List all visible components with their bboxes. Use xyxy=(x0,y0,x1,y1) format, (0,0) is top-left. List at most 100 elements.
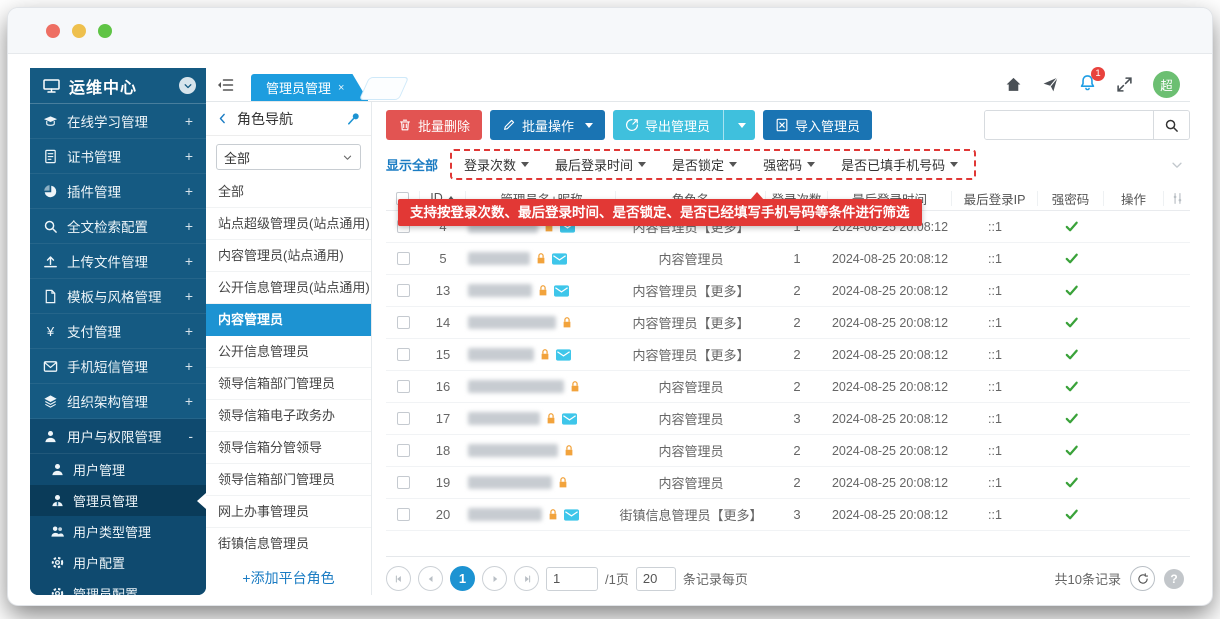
sidebar-item-6[interactable]: 模板与风格管理 + xyxy=(30,279,206,314)
add-platform-role-link[interactable]: +添加平台角色 xyxy=(206,559,371,595)
col-last-login-ip[interactable]: 最后登录IP xyxy=(952,191,1038,206)
window-titlebar xyxy=(8,8,1212,54)
next-page-icon xyxy=(489,573,501,585)
mail-icon xyxy=(554,285,569,297)
cell-last-login-time: 2024-08-25 20:08:12 xyxy=(828,284,952,298)
sidebar-item-label: 手机短信管理 xyxy=(67,356,148,376)
col-strong-password[interactable]: 强密码 xyxy=(1038,191,1104,206)
role-item-8[interactable]: 领导信箱电子政务办 xyxy=(206,400,371,432)
role-item-12[interactable]: 街镇信息管理员 xyxy=(206,528,371,559)
fullscreen-icon[interactable] xyxy=(1116,76,1133,93)
row-checkbox[interactable] xyxy=(397,316,410,329)
zoom-window-button[interactable] xyxy=(98,24,112,38)
page-input[interactable] xyxy=(546,567,598,591)
menu-fold-icon[interactable] xyxy=(216,77,235,93)
filter-1[interactable]: 登录次数 xyxy=(464,155,529,174)
sidebar-item-label: 模板与风格管理 xyxy=(67,286,162,306)
role-item-2[interactable]: 站点超级管理员(站点通用) xyxy=(206,208,371,240)
lock-icon xyxy=(539,348,551,361)
sidebar-item-5[interactable]: 上传文件管理+ xyxy=(30,244,206,279)
col-actions[interactable]: 操作 xyxy=(1104,191,1164,206)
cell-role[interactable]: 内容管理员【更多】 xyxy=(616,281,766,300)
role-item-10[interactable]: 领导信箱部门管理员 xyxy=(206,464,371,496)
collapse-panel-icon[interactable] xyxy=(216,112,229,125)
sidebar-item-10[interactable]: 用户与权限管理- xyxy=(30,419,206,454)
show-all-link[interactable]: 显示全部 xyxy=(386,155,438,174)
filter-4[interactable]: 强密码 xyxy=(763,155,815,174)
toolbar-button-2[interactable]: 批量操作 xyxy=(490,110,605,140)
cell-role[interactable]: 内容管理员【更多】 xyxy=(616,313,766,332)
sidebar-item-9[interactable]: 组织架构管理+ xyxy=(30,384,206,419)
sidebar-subitem-3[interactable]: 用户类型管理 xyxy=(30,516,206,547)
avatar[interactable]: 超 xyxy=(1153,71,1180,98)
sidebar-item-1[interactable]: 在线学习管理+ xyxy=(30,104,206,139)
total-pages-label: /1页 xyxy=(605,569,629,588)
pin-icon[interactable] xyxy=(347,112,361,126)
table-row-13: 13内容管理员【更多】22024-08-25 20:08:12::1 xyxy=(386,275,1190,307)
next-page-button[interactable] xyxy=(482,566,507,591)
send-icon[interactable] xyxy=(1042,76,1059,93)
sidebar-item-2[interactable]: 证书管理+ xyxy=(30,139,206,174)
col-settings[interactable] xyxy=(1164,191,1190,206)
page-size-input[interactable] xyxy=(636,567,676,591)
help-button[interactable]: ? xyxy=(1164,569,1184,589)
tab-admin-management[interactable]: 管理员管理 × xyxy=(251,74,368,101)
caret-down-icon xyxy=(585,123,593,132)
last-page-button[interactable] xyxy=(514,566,539,591)
row-checkbox[interactable] xyxy=(397,348,410,361)
cell-role[interactable]: 内容管理员【更多】 xyxy=(616,345,766,364)
row-checkbox[interactable] xyxy=(397,508,410,521)
role-item-7[interactable]: 领导信箱部门管理员 xyxy=(206,368,371,400)
row-checkbox[interactable] xyxy=(397,284,410,297)
filters-collapse-chevron[interactable] xyxy=(1170,158,1184,172)
sidebar-subitem-4[interactable]: 用户配置 xyxy=(30,547,206,578)
role-item-4[interactable]: 公开信息管理员(站点通用) xyxy=(206,272,371,304)
toolbar-button-1[interactable]: 批量删除 xyxy=(386,110,482,140)
sidebar-item-7[interactable]: ¥支付管理+ xyxy=(30,314,206,349)
filter-3[interactable]: 是否锁定 xyxy=(672,155,737,174)
search-input[interactable] xyxy=(985,111,1153,139)
app-body: 运维中心 在线学习管理+证书管理+插件管理+全文检索配置+上传文件管理+模板与风… xyxy=(8,54,1212,605)
minimize-window-button[interactable] xyxy=(72,24,86,38)
role-filter-select[interactable]: 全部 xyxy=(216,144,361,170)
row-checkbox[interactable] xyxy=(397,252,410,265)
prev-page-button[interactable] xyxy=(418,566,443,591)
tab-close-icon[interactable]: × xyxy=(338,82,344,94)
toolbar-button-4[interactable]: 导入管理员 xyxy=(763,110,872,140)
refresh-button[interactable] xyxy=(1130,566,1155,591)
sidebar-header[interactable]: 运维中心 xyxy=(30,68,206,104)
redacted-name xyxy=(468,444,558,457)
notifications[interactable]: 1 xyxy=(1079,74,1096,96)
lock-icon xyxy=(563,444,575,457)
sidebar-item-3[interactable]: 插件管理+ xyxy=(30,174,206,209)
row-checkbox[interactable] xyxy=(397,444,410,457)
chevron-down-icon[interactable] xyxy=(179,77,196,94)
export-dropdown-toggle[interactable] xyxy=(723,110,755,140)
graduation-cap-icon xyxy=(43,114,58,129)
role-item-3[interactable]: 内容管理员(站点通用) xyxy=(206,240,371,272)
cell-id: 19 xyxy=(420,475,466,490)
first-page-button[interactable] xyxy=(386,566,411,591)
role-item-5[interactable]: 内容管理员 xyxy=(206,304,371,336)
toolbar-button-3[interactable]: 导出管理员 xyxy=(613,110,755,140)
role-item-1[interactable]: 全部 xyxy=(206,176,371,208)
row-checkbox[interactable] xyxy=(397,380,410,393)
cell-role[interactable]: 街镇信息管理员【更多】 xyxy=(616,505,766,524)
sidebar-subitem-1[interactable]: 用户管理 xyxy=(30,454,206,485)
role-item-6[interactable]: 公开信息管理员 xyxy=(206,336,371,368)
sidebar-item-8[interactable]: 手机短信管理+ xyxy=(30,349,206,384)
row-checkbox[interactable] xyxy=(397,412,410,425)
expand-indicator: + xyxy=(185,288,193,304)
current-page-button[interactable]: 1 xyxy=(450,566,475,591)
role-item-9[interactable]: 领导信箱分管领导 xyxy=(206,432,371,464)
filter-2[interactable]: 最后登录时间 xyxy=(555,155,646,174)
role-item-11[interactable]: 网上办事管理员 xyxy=(206,496,371,528)
search-button[interactable] xyxy=(1153,111,1189,139)
sidebar-subitem-5[interactable]: 管理员配置 xyxy=(30,578,206,595)
home-icon[interactable] xyxy=(1005,76,1022,93)
row-checkbox[interactable] xyxy=(397,476,410,489)
sidebar-subitem-2[interactable]: 管理员管理 xyxy=(30,485,206,516)
close-window-button[interactable] xyxy=(46,24,60,38)
sidebar-item-4[interactable]: 全文检索配置+ xyxy=(30,209,206,244)
filter-5[interactable]: 是否已填手机号码 xyxy=(841,155,958,174)
